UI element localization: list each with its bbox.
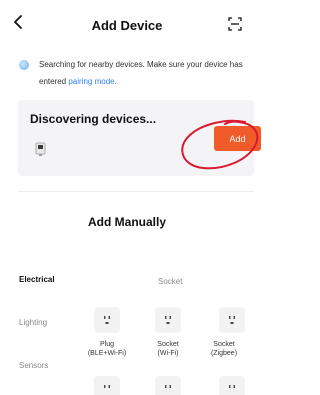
search-notice: Searching for nearby devices. Make sure … xyxy=(19,56,250,90)
add-manually-title: Add Manually xyxy=(87,215,166,229)
header-bar: Add Device xyxy=(0,0,254,44)
search-text-end: . xyxy=(114,77,117,86)
category-lighting[interactable]: Lighting xyxy=(19,318,47,327)
device-label-plug: Plug (BLE+Wi-Fi) xyxy=(87,341,127,357)
device-label-socket-zigbee: Socket (Zigbee) xyxy=(210,341,238,357)
socket-icon xyxy=(165,316,171,324)
device-tile-socket-zigbee[interactable] xyxy=(219,307,245,333)
socket-icon xyxy=(104,316,110,324)
discovering-card: Discovering devices... Add xyxy=(18,100,261,176)
page-title: Add Device xyxy=(91,18,163,33)
device-label-socket-wifi: Socket (Wi-Fi) xyxy=(157,341,179,357)
socket-icon xyxy=(229,385,235,388)
device-tile-row2-1[interactable] xyxy=(94,376,120,395)
add-discovered-device-button[interactable]: Add xyxy=(214,126,261,151)
discovering-title: Discovering devices... xyxy=(30,112,157,126)
subcategory-title: Socket xyxy=(158,277,183,286)
category-electrical[interactable]: Electrical xyxy=(19,275,55,284)
device-tile-row2-2[interactable] xyxy=(155,376,181,395)
bluetooth-scan-icon xyxy=(19,60,29,70)
socket-icon xyxy=(165,385,171,388)
scan-icon[interactable] xyxy=(228,17,242,31)
device-tile-plug-ble-wifi[interactable] xyxy=(94,307,120,333)
section-divider xyxy=(18,191,254,192)
socket-icon xyxy=(229,316,235,324)
device-tile-row2-3[interactable] xyxy=(219,376,245,395)
category-sensors[interactable]: Sensors xyxy=(19,361,48,370)
pairing-mode-link[interactable]: pairing mode xyxy=(68,77,114,86)
device-tile-socket-wifi[interactable] xyxy=(155,307,181,333)
socket-icon xyxy=(104,385,110,388)
discovered-device-icon xyxy=(35,142,46,156)
